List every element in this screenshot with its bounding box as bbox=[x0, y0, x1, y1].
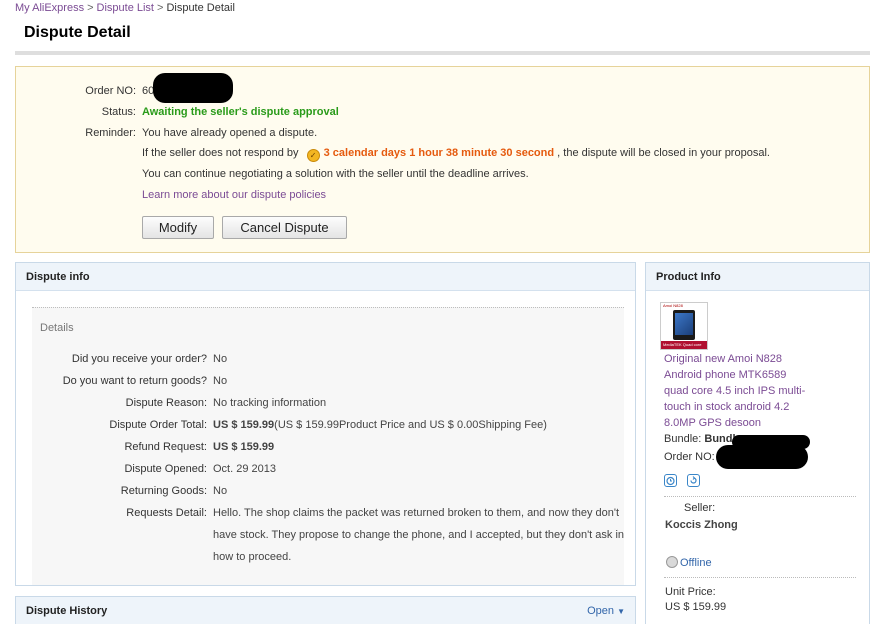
returning-goods-value: No bbox=[213, 485, 228, 497]
order-total-value: US $ 159.99(US $ 159.99Product Price and… bbox=[213, 419, 547, 431]
clock-icon: ✓ bbox=[306, 149, 320, 162]
status-label: Status: bbox=[101, 106, 136, 118]
dispute-history-header: Dispute History Open ▼ bbox=[16, 597, 635, 624]
dispute-history-toggle[interactable]: Open ▼ bbox=[587, 605, 625, 617]
order-total-label: Dispute Order Total: bbox=[109, 419, 207, 431]
dispute-status-box: Order NO: 60 Status: Awaiting the seller… bbox=[15, 66, 870, 253]
divider bbox=[664, 577, 856, 578]
dispute-opened-value: Oct. 29 2013 bbox=[213, 463, 276, 475]
return-goods-value: No bbox=[213, 375, 228, 387]
requests-detail-line: how to proceed. bbox=[213, 551, 292, 563]
order-total-amount: US $ 159.99 bbox=[213, 419, 275, 431]
thumb-caption: Amoi N828 bbox=[661, 303, 707, 309]
divider bbox=[664, 496, 856, 497]
return-goods-label: Do you want to return goods? bbox=[62, 375, 207, 387]
dispute-history-title: Dispute History bbox=[26, 605, 108, 617]
page-title: Dispute Detail bbox=[24, 24, 131, 41]
breadcrumb-separator: > bbox=[87, 2, 94, 14]
order-total-breakdown: (US $ 159.99Product Price and US $ 0.00S… bbox=[274, 419, 547, 431]
offline-icon bbox=[666, 556, 678, 568]
open-toggle-label: Open bbox=[587, 605, 615, 617]
countdown-value: 3 calendar days 1 hour 38 minute 30 seco… bbox=[323, 147, 555, 159]
product-info-panel: Product Info Amoi N828 MediaTEK Quad cor… bbox=[645, 262, 870, 624]
redacted-order-number bbox=[153, 73, 233, 103]
title-divider bbox=[15, 51, 870, 55]
phone-image bbox=[673, 310, 695, 340]
returning-goods-label: Returning Goods: bbox=[120, 485, 207, 497]
breadcrumb-dispute-list[interactable]: Dispute List bbox=[97, 2, 154, 14]
dispute-reason-label: Dispute Reason: bbox=[125, 397, 207, 409]
unit-price-value: US $ 159.99 bbox=[665, 601, 727, 613]
negotiate-text: You can continue negotiating a solution … bbox=[142, 168, 529, 180]
breadcrumb: My AliExpress > Dispute List > Dispute Detai… bbox=[15, 2, 235, 14]
dispute-history-panel: Dispute History Open ▼ bbox=[15, 596, 636, 624]
requests-detail-line: have stock. They propose to change the p… bbox=[213, 529, 625, 541]
countdown-line: If the seller does not respond by ✓ 3 cal… bbox=[142, 147, 770, 162]
seller-label: Seller: bbox=[684, 502, 716, 514]
dispute-info-header: Dispute info bbox=[16, 263, 635, 291]
received-order-value: No bbox=[213, 353, 228, 365]
product-thumbnail[interactable]: Amoi N828 MediaTEK Quad core bbox=[660, 302, 708, 350]
requests-detail-line: Hello. The shop claims the packet was re… bbox=[213, 507, 620, 519]
product-order-label: Order NO: bbox=[664, 451, 715, 463]
modify-button[interactable]: Modify bbox=[142, 216, 214, 239]
seller-status[interactable]: Offline bbox=[666, 556, 712, 569]
phone-screen bbox=[675, 313, 693, 335]
dispute-opened-label: Dispute Opened: bbox=[124, 463, 207, 475]
redacted-product-order bbox=[716, 445, 808, 469]
product-title-line[interactable]: touch in stock android 4.2 bbox=[664, 399, 864, 415]
reminder-label: Reminder: bbox=[85, 127, 136, 139]
alarm-clock-icon[interactable] bbox=[664, 474, 677, 487]
bundle-label: Bundle: bbox=[664, 433, 702, 445]
countdown-suffix: , the dispute will be closed in your pro… bbox=[557, 147, 770, 159]
cancel-dispute-button[interactable]: Cancel Dispute bbox=[222, 216, 347, 239]
details-section: Details Did you receive your order? No D… bbox=[32, 307, 624, 585]
product-title-line[interactable]: Original new Amoi N828 bbox=[664, 351, 864, 367]
received-order-label: Did you receive your order? bbox=[71, 353, 207, 365]
bundle-row: Bundle: Bundle bbox=[664, 433, 742, 445]
details-heading: Details bbox=[40, 322, 74, 334]
order-no-label: Order NO: bbox=[85, 85, 136, 97]
breadcrumb-current: Dispute Detail bbox=[166, 2, 235, 14]
countdown-prefix: If the seller does not respond by bbox=[142, 147, 299, 159]
refund-request-value: US $ 159.99 bbox=[213, 441, 275, 453]
breadcrumb-my-aliexpress[interactable]: My AliExpress bbox=[15, 2, 84, 14]
refund-request-label: Refund Request: bbox=[124, 441, 207, 453]
thumb-caption: MediaTEK Quad core bbox=[661, 341, 707, 349]
reminder-text: You have already opened a dispute. bbox=[142, 127, 318, 139]
status-value: Awaiting the seller's dispute approval bbox=[142, 106, 339, 118]
seller-name[interactable]: Koccis Zhong bbox=[665, 519, 738, 531]
refresh-icon[interactable] bbox=[687, 474, 700, 487]
learn-more-link[interactable]: Learn more about our dispute policies bbox=[142, 189, 326, 201]
dispute-info-panel: Dispute info Details Did you receive you… bbox=[15, 262, 636, 586]
requests-detail-label: Requests Detail: bbox=[126, 507, 207, 519]
product-title-line[interactable]: Android phone MTK6589 bbox=[664, 367, 864, 383]
product-info-header: Product Info bbox=[646, 263, 869, 291]
product-title-line[interactable]: quad core 4.5 inch IPS multi- bbox=[664, 383, 864, 399]
product-title[interactable]: Original new Amoi N828 Android phone MTK… bbox=[664, 351, 864, 431]
unit-price-label: Unit Price: bbox=[665, 586, 716, 598]
dispute-reason-value: No tracking information bbox=[213, 397, 327, 409]
seller-status-text[interactable]: Offline bbox=[680, 557, 712, 569]
breadcrumb-separator: > bbox=[157, 2, 164, 14]
product-title-line[interactable]: 8.0MP GPS desoon bbox=[664, 415, 864, 431]
caret-down-icon: ▼ bbox=[617, 607, 625, 616]
